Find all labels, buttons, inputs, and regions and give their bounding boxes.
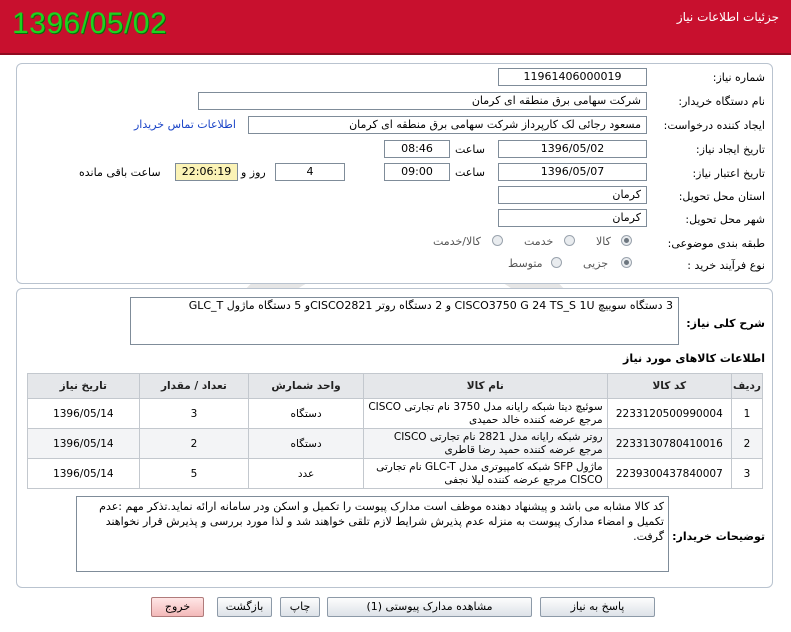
need-number-label: شماره نیاز: <box>712 71 765 84</box>
page-header: 1396/05/02 جزئیات اطلاعات نیاز <box>0 0 791 55</box>
table-row: 1 2233120500990004 سوئیچ دیتا شبکه رایان… <box>27 398 763 429</box>
validity-date-label: تاریخ اعتبار نیاز: <box>692 167 765 180</box>
summary-field: 3 دستگاه سوییچ CISCO3750 G 24 TS_S 1U و … <box>130 297 679 345</box>
remaining-days-field: 4 <box>275 163 345 181</box>
category-goods-radio[interactable] <box>621 235 632 246</box>
exit-button[interactable]: خروج <box>151 597 204 617</box>
col-name: نام کالا <box>362 373 608 399</box>
view-attachments-button[interactable]: مشاهده مدارک پیوستی (1) <box>327 597 532 617</box>
item-qty: 3 <box>138 398 250 429</box>
item-name: روتر شبکه رایانه مدل 2821 نام تجارتی CIS… <box>362 428 608 459</box>
remaining-time-label: ساعت باقی مانده <box>79 166 161 179</box>
buyer-org-label: نام دستگاه خریدار: <box>678 95 765 108</box>
print-button[interactable]: چاپ <box>280 597 320 617</box>
reply-button[interactable]: پاسخ به نیاز <box>540 597 655 617</box>
item-date: 1396/05/14 <box>27 458 140 489</box>
purchase-minor-label: جزیی <box>583 257 609 270</box>
city-field: کرمان <box>498 209 647 227</box>
row-index: 1 <box>731 398 763 429</box>
col-unit: واحد شمارش <box>248 373 364 399</box>
table-row: 3 2239300437840007 ماژول SFP شبکه کامپیو… <box>27 458 763 489</box>
remaining-days-label: روز و <box>241 166 266 179</box>
items-table: ردیف کد کالا نام کالا واحد شمارش تعداد /… <box>27 373 763 489</box>
item-unit: دستگاه <box>248 398 364 429</box>
category-service-label: خدمت <box>524 235 554 248</box>
purchase-minor-radio[interactable] <box>621 257 632 268</box>
row-index: 3 <box>731 458 763 489</box>
created-time-field: 08:46 <box>384 140 450 158</box>
buyer-notes-field: کد کالا مشابه می باشد و پیشنهاد دهنده مو… <box>76 496 669 572</box>
summary-label: شرح کلی نیاز: <box>686 317 765 330</box>
need-number-field: 1196140600001‎9 <box>498 68 647 86</box>
back-button[interactable]: بازگشت <box>217 597 272 617</box>
items-section-title: اطلاعات کالاهای مورد نیاز <box>623 352 765 365</box>
requester-label: ایجاد کننده درخواست: <box>663 119 765 132</box>
category-both-label: کالا/خدمت <box>433 235 481 248</box>
buyer-contact-link[interactable]: اطلاعات تماس خریدار <box>134 118 236 131</box>
page-title: جزئیات اطلاعات نیاز <box>676 10 779 24</box>
item-qty: 5 <box>138 458 250 489</box>
category-service-radio[interactable] <box>564 235 575 246</box>
remaining-time-field: 22:06:19 <box>175 163 238 181</box>
purchase-medium-radio[interactable] <box>551 257 562 268</box>
category-label: طبقه بندی موضوعی: <box>667 237 765 250</box>
created-time-label: ساعت <box>455 143 485 156</box>
validity-time-label: ساعت <box>455 166 485 179</box>
header-date: 1396/05/02 <box>12 7 168 40</box>
item-date: 1396/05/14 <box>27 428 140 459</box>
item-qty: 2 <box>138 428 250 459</box>
item-unit: عدد <box>248 458 364 489</box>
col-row: ردیف <box>731 373 763 399</box>
item-code: 2239300437840007 <box>606 458 733 489</box>
category-both-radio[interactable] <box>492 235 503 246</box>
item-date: 1396/05/14 <box>27 398 140 429</box>
validity-date-field: 1396/05/07 <box>498 163 647 181</box>
col-date: تاریخ نیاز <box>27 373 140 399</box>
item-unit: دستگاه <box>248 428 364 459</box>
buyer-notes-label: توضیحات خریدار: <box>672 530 765 543</box>
created-date-label: تاریخ ایجاد نیاز: <box>695 143 765 156</box>
item-name: ماژول SFP شبکه کامپیوتری مدل GLC-T نام ت… <box>362 458 608 489</box>
city-label: شهر محل تحویل: <box>685 213 765 226</box>
row-index: 2 <box>731 428 763 459</box>
province-field: کرمان <box>498 186 647 204</box>
created-date-field: 1396/05/02 <box>498 140 647 158</box>
items-table-header: ردیف کد کالا نام کالا واحد شمارش تعداد /… <box>27 373 763 399</box>
requester-field: مسعود رجائی لک کارپرداز شرکت سهامی برق م… <box>248 116 647 134</box>
validity-time-field: 09:00 <box>384 163 450 181</box>
item-code: 2233120500990004 <box>606 398 733 429</box>
province-label: استان محل تحویل: <box>678 190 765 203</box>
table-row: 2 2233130780410016 روتر شبکه رایانه مدل … <box>27 428 763 459</box>
buyer-org-field: شرکت سهامی برق منطقه ای کرمان <box>198 92 647 110</box>
category-goods-label: کالا <box>596 235 611 248</box>
col-qty: تعداد / مقدار <box>138 373 250 399</box>
item-code: 2233130780410016 <box>606 428 733 459</box>
purchase-medium-label: متوسط <box>508 257 543 270</box>
purchase-type-label: نوع فرآیند خرید : <box>687 259 765 272</box>
col-code: کد کالا <box>606 373 733 399</box>
item-name: سوئیچ دیتا شبکه رایانه مدل 3750 نام تجار… <box>362 398 608 429</box>
